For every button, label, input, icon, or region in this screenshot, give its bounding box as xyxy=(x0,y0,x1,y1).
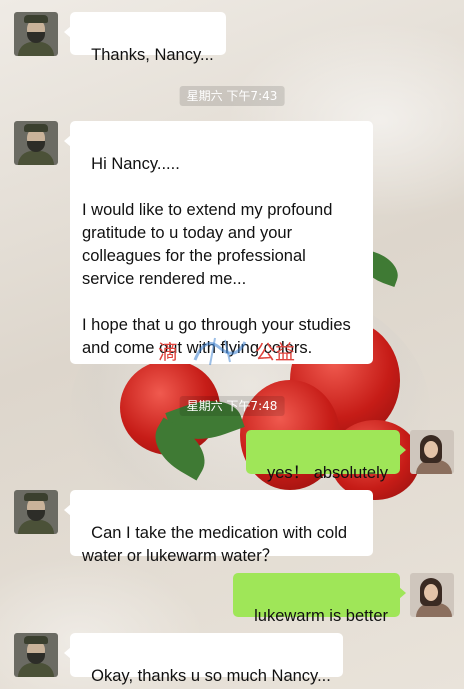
my-avatar[interactable] xyxy=(410,573,454,617)
message-bubble-outgoing[interactable]: yes！ absolutely xyxy=(245,430,407,482)
message-bubble-outgoing[interactable]: lukewarm is better xyxy=(232,573,407,625)
message-text: Thanks, Nancy... xyxy=(91,46,214,64)
contact-avatar[interactable] xyxy=(14,121,58,165)
watermark-brush-stroke-icon xyxy=(193,337,247,366)
message-bubble-incoming[interactable]: Thanks, Nancy... xyxy=(64,12,226,64)
message-bubble-incoming[interactable]: Hi Nancy..... I would like to extend my … xyxy=(64,121,373,364)
watermark-text: 公益 xyxy=(255,340,295,364)
contact-avatar[interactable] xyxy=(14,633,58,677)
my-avatar[interactable] xyxy=(410,430,454,474)
message-text: yes！ absolutely xyxy=(266,464,388,482)
watermark: 滴 公益 xyxy=(140,330,340,370)
contact-avatar[interactable] xyxy=(14,12,58,56)
message-text: Hi Nancy..... I would like to extend my … xyxy=(82,155,351,357)
watermark-text: 滴 xyxy=(158,340,178,364)
message-bubble-incoming[interactable]: Can I take the medication with cold wate… xyxy=(64,490,373,565)
timestamp: 星期六 下午7:43 xyxy=(179,86,285,106)
timestamp: 星期六 下午7:48 xyxy=(179,396,285,416)
contact-avatar[interactable] xyxy=(14,490,58,534)
message-text: lukewarm is better xyxy=(254,607,388,625)
message-text: Okay, thanks u so much Nancy... xyxy=(91,667,331,685)
message-bubble-incoming[interactable]: Okay, thanks u so much Nancy... xyxy=(64,633,343,685)
